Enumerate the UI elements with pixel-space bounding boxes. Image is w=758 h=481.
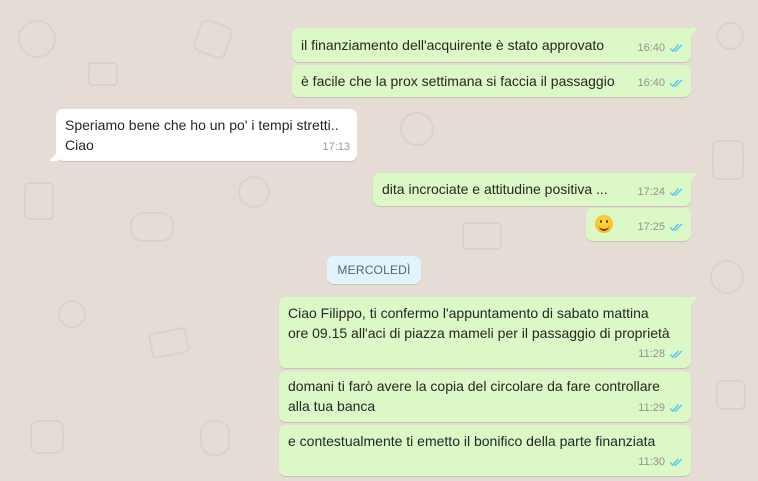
bubble-tail [689, 297, 698, 306]
wallpaper-doodle [18, 20, 56, 58]
wallpaper-doodle [147, 326, 191, 360]
bubble-tail [689, 28, 698, 37]
bubble-tail [49, 152, 58, 161]
wallpaper-doodle [716, 22, 744, 50]
outgoing-message[interactable]: domani ti farò avere la copia del circol… [279, 371, 691, 422]
message-time: 17:24 [637, 186, 665, 198]
message-text: domani ti farò avere la copia del circol… [288, 378, 660, 394]
wallpaper-doodle [710, 260, 744, 294]
wallpaper-doodle [716, 380, 746, 410]
double-check-icon [669, 188, 683, 197]
double-check-icon [669, 458, 683, 467]
wallpaper-doodle [58, 300, 86, 328]
message-time: 17:25 [637, 221, 665, 233]
wallpaper-doodle [130, 212, 174, 242]
message-time: 11:28 [638, 348, 665, 360]
message-meta: 11:30 [638, 452, 684, 472]
double-check-icon [669, 44, 683, 53]
message-text: il finanziamento dell'acquirente è stato… [301, 37, 605, 53]
outgoing-message[interactable]: Ciao Filippo, ti confermo l'appuntamento… [279, 297, 698, 368]
wallpaper-doodle [400, 112, 434, 146]
wallpaper-doodle [462, 222, 502, 250]
wallpaper-doodle [238, 176, 270, 208]
message-text: ore 09.15 all'aci di piazza mameli per i… [288, 325, 670, 341]
message-meta: 16:40 [637, 38, 684, 58]
message-text: è facile che la prox settimana si faccia… [301, 73, 615, 89]
outgoing-message[interactable]: e contestualmente ti emetto il bonifico … [279, 425, 691, 476]
smiling-face-emoji [595, 215, 613, 233]
message-text: e contestualmente ti emetto il bonifico … [288, 433, 656, 449]
message-text: Ciao Filippo, ti confermo l'appuntamento… [288, 305, 649, 321]
double-check-icon [669, 223, 683, 232]
wallpaper-doodle [24, 182, 54, 220]
message-text: Ciao [65, 137, 94, 153]
message-time: 11:29 [638, 402, 665, 414]
wallpaper-doodle [712, 140, 744, 180]
message-time: 16:40 [637, 42, 665, 54]
wallpaper-doodle [88, 62, 118, 86]
message-time: 11:30 [638, 456, 665, 468]
wallpaper-doodle [200, 420, 230, 456]
message-meta: 11:29 [638, 398, 684, 418]
message-meta: 17:13 [322, 137, 350, 157]
incoming-message[interactable]: Speriamo bene che ho un po' i tempi stre… [49, 109, 357, 161]
outgoing-message[interactable]: dita incrociate e attitudine positiva ..… [373, 173, 698, 206]
message-text: dita incrociate e attitudine positiva ..… [382, 181, 608, 197]
outgoing-message[interactable]: 17:25 [586, 208, 691, 241]
double-check-icon [669, 404, 683, 413]
message-meta: 17:25 [637, 217, 684, 237]
date-separator: MERCOLEDÌ [327, 256, 421, 284]
outgoing-message[interactable]: il finanziamento dell'acquirente è stato… [292, 28, 698, 62]
bubble-tail [689, 173, 698, 182]
wallpaper-doodle [30, 420, 64, 454]
message-time: 16:40 [637, 77, 665, 89]
message-time: 17:13 [322, 141, 350, 153]
double-check-icon [669, 79, 683, 88]
message-text: alla tua banca [288, 398, 376, 414]
message-meta: 16:40 [637, 73, 684, 93]
wallpaper-doodle [191, 17, 235, 61]
message-meta: 17:24 [637, 182, 684, 202]
message-meta: 11:28 [638, 344, 684, 364]
outgoing-message[interactable]: è facile che la prox settimana si faccia… [292, 65, 691, 97]
message-text: Speriamo bene che ho un po' i tempi stre… [65, 117, 339, 133]
double-check-icon [669, 350, 683, 359]
